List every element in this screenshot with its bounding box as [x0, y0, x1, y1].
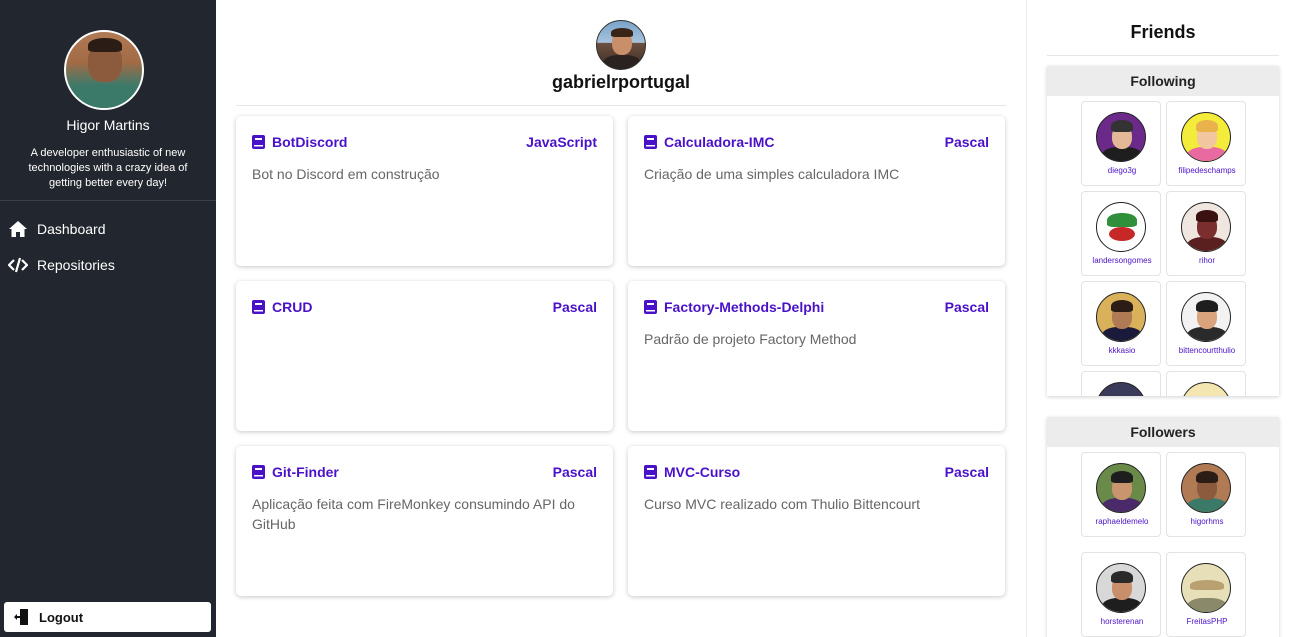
friend-login: diego3g: [1107, 166, 1137, 175]
repo-description: Aplicação feita com FireMonkey consumind…: [252, 496, 575, 532]
friend-card[interactable]: raphaeldemelo: [1081, 452, 1161, 537]
friend-avatar: [1181, 463, 1231, 513]
friend-avatar: [1096, 292, 1146, 342]
friend-card[interactable]: [1166, 371, 1246, 396]
friend-login: FreitasPHP: [1186, 617, 1228, 626]
repo-language: Pascal: [552, 464, 597, 480]
friend-login: rihor: [1198, 256, 1215, 265]
book-icon: [644, 300, 658, 314]
friend-avatar: [1096, 563, 1146, 613]
repo-description: Criação de uma simples calculadora IMC: [644, 166, 900, 182]
repo-name: BotDiscord: [272, 134, 348, 150]
repo-language: JavaScript: [526, 134, 597, 150]
friend-avatar: [1181, 202, 1231, 252]
profile-avatar: [64, 30, 144, 110]
repo-language: Pascal: [552, 299, 597, 315]
book-icon: [644, 465, 658, 479]
sidebar-item-dashboard[interactable]: Dashboard: [0, 215, 216, 243]
friend-login: bittencourtthulio: [1178, 346, 1236, 355]
book-icon: [252, 135, 266, 149]
logout-label: Logout: [39, 609, 84, 625]
repo-card[interactable]: Git-Finder Pascal Aplicação feita com Fi…: [236, 446, 613, 596]
sidebar-divider: [0, 200, 216, 201]
repo-card[interactable]: MVC-Curso Pascal Curso MVC realizado com…: [628, 446, 1005, 596]
friend-card[interactable]: higorhms: [1166, 452, 1246, 537]
repo-card[interactable]: BotDiscord JavaScript Bot no Discord em …: [236, 116, 613, 266]
main-divider: [236, 105, 1006, 106]
book-icon: [252, 465, 266, 479]
repo-name: CRUD: [272, 299, 313, 315]
friend-card[interactable]: FreitasPHP: [1166, 552, 1246, 637]
following-header: Following: [1047, 66, 1279, 96]
friend-avatar: [1181, 563, 1231, 613]
repo-language: Pascal: [944, 464, 989, 480]
main-content: gabrielrportugal BotDiscord JavaScript B…: [216, 0, 1026, 637]
friend-login: kkkasio: [1108, 346, 1136, 355]
friend-card[interactable]: filipedeschamps: [1166, 101, 1246, 186]
sidebar-item-label: Dashboard: [37, 221, 106, 237]
code-icon: [7, 255, 29, 275]
friend-avatar: [1181, 112, 1231, 162]
page-title: gabrielrportugal: [551, 72, 690, 92]
friend-avatar: [1096, 202, 1146, 252]
friend-avatar: [1096, 382, 1146, 396]
sidebar: Higor Martins A developer enthusiastic o…: [0, 0, 216, 637]
friend-card[interactable]: horsterenan: [1081, 552, 1161, 637]
friend-avatar: [1096, 112, 1146, 162]
user-avatar: [596, 20, 646, 70]
friends-divider: [1047, 55, 1279, 56]
friend-avatar: [1096, 463, 1146, 513]
friends-title: Friends: [1130, 22, 1196, 42]
following-panel[interactable]: Following diego3g filipedeschamps lander…: [1047, 66, 1279, 396]
repo-card[interactable]: Calculadora-IMC Pascal Criação de uma si…: [628, 116, 1005, 266]
friend-login: higorhms: [1190, 517, 1224, 526]
friend-card[interactable]: [1081, 371, 1161, 396]
repo-name: MVC-Curso: [664, 464, 741, 480]
book-icon: [252, 300, 266, 314]
repo-name: Git-Finder: [272, 464, 339, 480]
repo-description: Curso MVC realizado com Thulio Bittencou…: [644, 496, 920, 512]
repo-description: Bot no Discord em construção: [252, 166, 440, 182]
book-icon: [644, 135, 658, 149]
repo-description: Padrão de projeto Factory Method: [644, 331, 857, 347]
friend-card[interactable]: landersongomes: [1081, 191, 1161, 276]
followers-panel[interactable]: Followers raphaeldemelo higorhms horster…: [1047, 417, 1279, 637]
sidebar-item-repositories[interactable]: Repositories: [0, 251, 216, 279]
profile-name: Higor Martins: [66, 117, 150, 133]
repo-card[interactable]: Factory-Methods-Delphi Pascal Padrão de …: [628, 281, 1005, 431]
followers-header: Followers: [1047, 417, 1279, 447]
sidebar-item-label: Repositories: [37, 257, 115, 273]
friend-login: landersongomes: [1092, 256, 1152, 265]
repo-card[interactable]: CRUD Pascal: [236, 281, 613, 431]
repo-name: Factory-Methods-Delphi: [664, 299, 825, 315]
friend-card[interactable]: rihor: [1166, 191, 1246, 276]
friend-card[interactable]: kkkasio: [1081, 281, 1161, 366]
logout-button[interactable]: Logout: [4, 602, 211, 632]
repo-language: Pascal: [944, 134, 989, 150]
friend-login: filipedeschamps: [1178, 166, 1236, 175]
repo-name: Calculadora-IMC: [664, 134, 775, 150]
friend-avatar: [1181, 292, 1231, 342]
friend-login: raphaeldemelo: [1095, 517, 1149, 526]
friends-column: Friends Following diego3g filipedeschamp…: [1026, 0, 1298, 637]
home-icon: [7, 219, 29, 239]
friend-login: horsterenan: [1100, 617, 1144, 626]
profile-bio: A developer enthusiastic of new technolo…: [28, 147, 188, 189]
repo-language: Pascal: [944, 299, 989, 315]
friend-card[interactable]: diego3g: [1081, 101, 1161, 186]
logout-icon: [12, 608, 30, 626]
friend-card[interactable]: bittencourtthulio: [1166, 281, 1246, 366]
friend-avatar: [1181, 382, 1231, 396]
